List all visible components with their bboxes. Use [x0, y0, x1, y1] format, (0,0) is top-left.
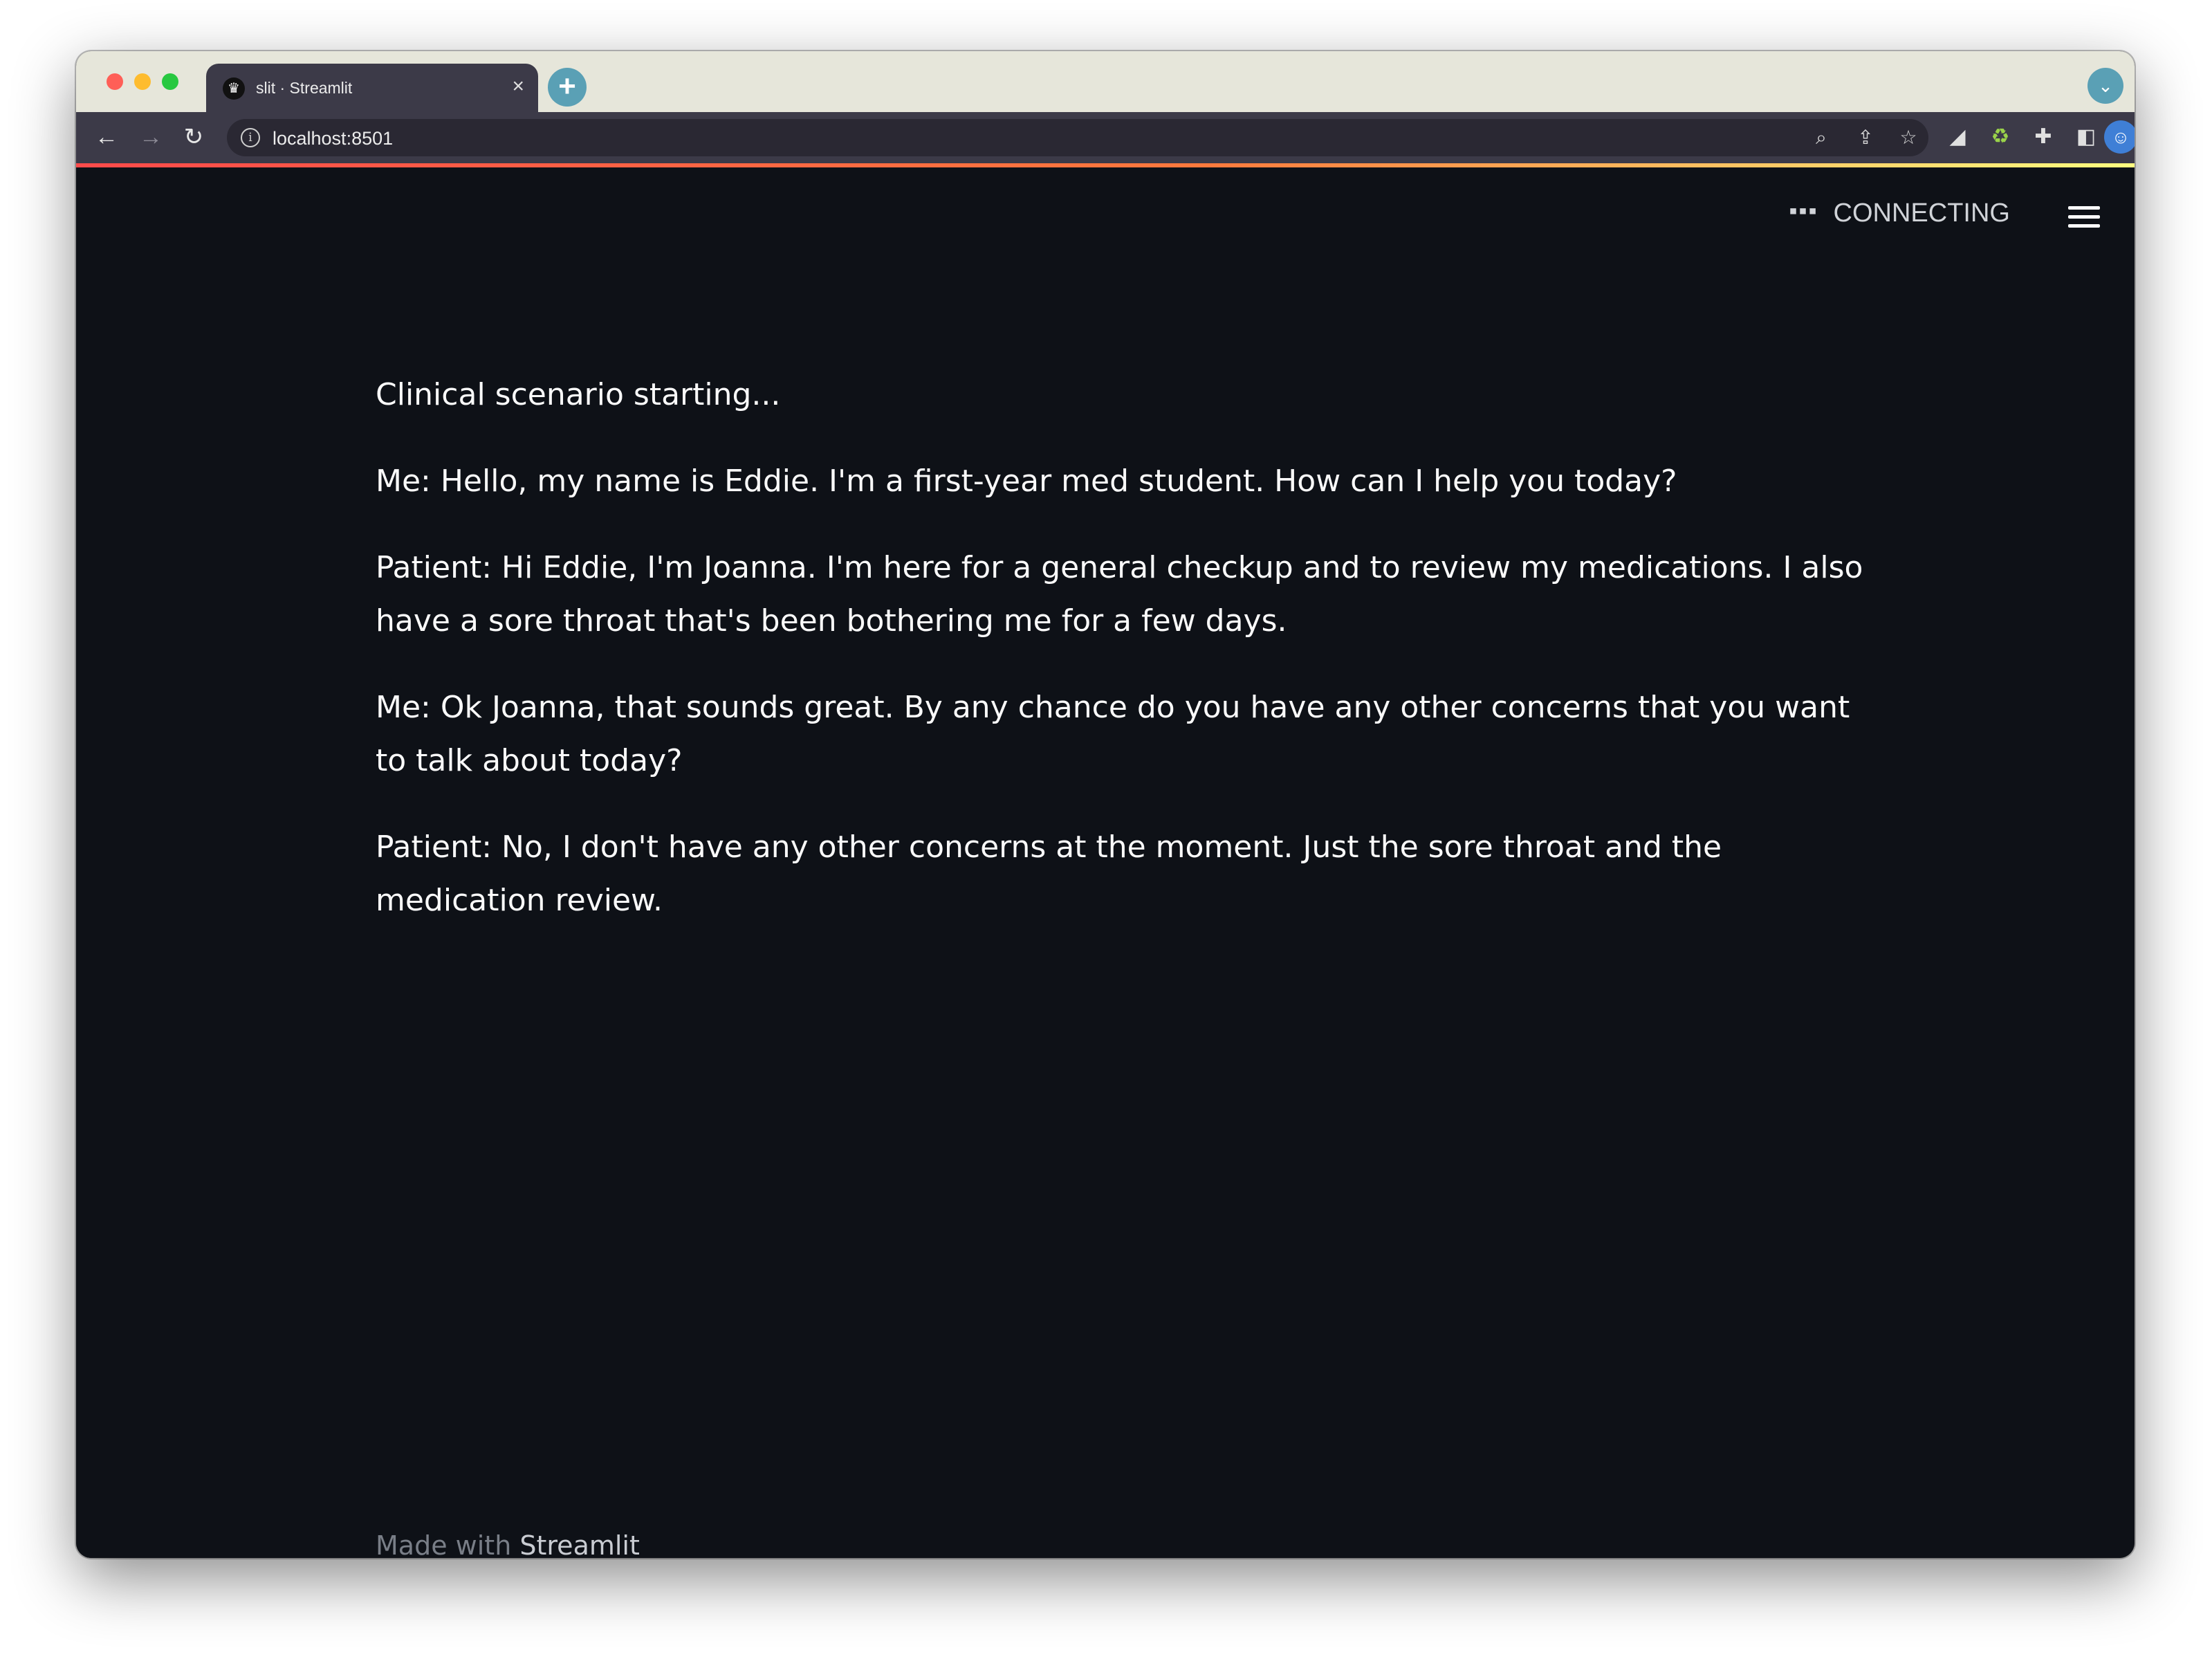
scenario-intro-text: Clinical scenario starting... [376, 377, 781, 412]
conversation-message: Patient: Hi Eddie, I'm Joanna. I'm here … [376, 550, 1863, 639]
tab-streamlit[interactable]: ♛ slit · Streamlit × [206, 64, 538, 112]
back-icon[interactable]: ← [91, 122, 122, 152]
streamlit-link[interactable]: Streamlit [519, 1530, 640, 1558]
tab-title: slit · Streamlit [256, 79, 353, 97]
streamlit-app: ▪▪▪ CONNECTING Clinical scenario starting… [76, 167, 2135, 1558]
tab-close-icon[interactable]: × [512, 76, 524, 97]
window-minimize-button[interactable] [134, 73, 151, 90]
window-maximize-button[interactable] [162, 73, 178, 90]
window-close-button[interactable] [107, 73, 123, 90]
conversation-message: Patient: No, I don't have any other conc… [376, 830, 1722, 918]
connecting-dots-icon: ▪▪▪ [1789, 198, 1818, 224]
main-menu-hamburger-icon[interactable] [2068, 206, 2101, 230]
footer-prefix: Made with [376, 1530, 512, 1558]
url-text[interactable]: localhost:8501 [273, 128, 393, 149]
info-icon[interactable]: i [241, 128, 260, 147]
profile-avatar[interactable]: ☺ [2104, 120, 2135, 154]
new-tab-button[interactable]: + [548, 68, 587, 107]
share-icon[interactable]: ⇪ [1852, 125, 1879, 151]
connection-status-label: CONNECTING [1833, 199, 2010, 228]
forward-icon[interactable]: → [136, 122, 166, 152]
main-content: Clinical scenario starting... Me: Hello,… [376, 368, 1870, 960]
connection-status: ▪▪▪ CONNECTING [1789, 198, 2010, 228]
browser-window: ♛ slit · Streamlit × + ⌄ ← → ↻ i localho… [76, 51, 2135, 1558]
browser-toolbar: ← → ↻ i localhost:8501 ⌕ ⇪ ☆ ◢ ♻ ✚ ◧ ☺ [76, 112, 2135, 163]
streamlit-crown-icon: ♛ [223, 77, 245, 100]
tab-strip: ♛ slit · Streamlit × + ⌄ [76, 51, 2135, 112]
address-bar[interactable]: i localhost:8501 ⌕ ⇪ ☆ [227, 119, 1928, 156]
footer: Made with Streamlit [376, 1530, 640, 1558]
zoom-icon[interactable]: ⌕ [1808, 125, 1834, 151]
conversation-message: Me: Ok Joanna, that sounds great. By any… [376, 690, 1850, 778]
side-panel-icon[interactable]: ◧ [2072, 123, 2100, 151]
conversation-message: Me: Hello, my name is Eddie. I'm a first… [376, 464, 1677, 499]
tab-search-icon[interactable]: ⌄ [2087, 68, 2123, 104]
bookmark-star-icon[interactable]: ☆ [1895, 125, 1921, 151]
extension-2-icon[interactable]: ♻ [1987, 123, 2014, 151]
extension-1-icon[interactable]: ◢ [1944, 123, 1971, 151]
reload-icon[interactable]: ↻ [178, 122, 209, 152]
extensions-puzzle-icon[interactable]: ✚ [2029, 123, 2057, 151]
